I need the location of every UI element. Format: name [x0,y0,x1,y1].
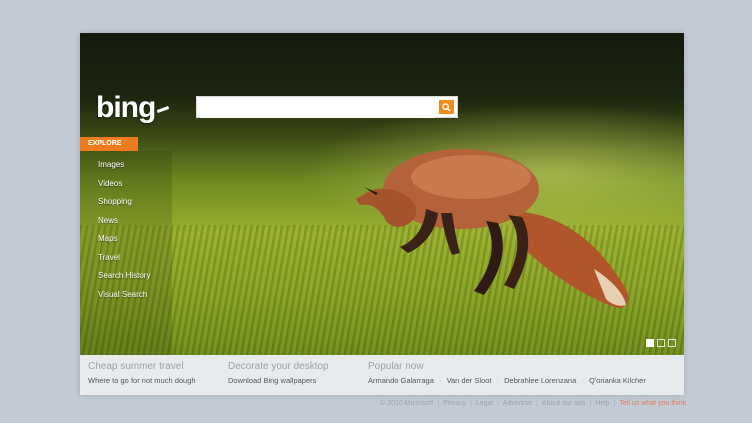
separator: | [496,400,499,407]
feedback-link[interactable]: Tell us what you think [619,400,686,407]
nav-item-shopping[interactable]: Shopping [98,197,150,216]
copyright: © 2010 Microsoft [380,400,434,407]
search-box [196,96,458,118]
popular-links: Armando Galarraga · Van der Sloot · Debr… [368,376,646,385]
legal-links: © 2010 Microsoft | Privacy | Legal | Advertise… [380,400,686,407]
magnifier-icon [442,102,451,112]
separator: · [496,376,500,385]
legal-link-help[interactable]: Help [595,400,609,407]
browser-screen: bing EXPLORE Images Videos Shopping News… [80,33,684,395]
nav-item-visual-search[interactable]: Visual Search [98,290,150,309]
explore-label: EXPLORE [80,137,138,151]
popular-link[interactable]: Debrahlee Lorenzana [504,376,576,385]
separator: · [438,376,442,385]
nav-item-images[interactable]: Images [98,160,150,179]
footer-col-desktop: Decorate your desktop Download Bing wall… [228,361,329,385]
bing-logo[interactable]: bing [96,91,170,125]
pager-dot-3[interactable] [668,339,676,347]
hero-background-image: bing EXPLORE Images Videos Shopping News… [80,33,684,355]
nav-item-search-history[interactable]: Search History [98,271,150,290]
nav-item-videos[interactable]: Videos [98,179,150,198]
nav-item-maps[interactable]: Maps [98,234,150,253]
logo-mark [157,105,170,113]
separator: | [535,400,538,407]
search-button[interactable] [439,100,454,114]
nav-item-news[interactable]: News [98,216,150,235]
image-pager [646,339,676,347]
legal-link-privacy[interactable]: Privacy [443,400,466,407]
fox-image [356,149,629,308]
popular-link[interactable]: Van der Sloot [447,376,492,385]
logo-text: bing [96,91,156,124]
pager-dot-1[interactable] [646,339,654,347]
legal-link-about-ads[interactable]: About our ads [542,400,586,407]
footer-heading-desktop[interactable]: Decorate your desktop [228,361,329,372]
separator: | [613,400,616,407]
footer-heading-popular: Popular now [368,361,424,372]
footer-bar: Cheap summer travel Where to go for not … [80,355,684,395]
separator: | [589,400,592,407]
footer-link-wallpapers[interactable]: Download Bing wallpapers [228,376,329,385]
search-input[interactable] [201,98,435,118]
pager-dot-2[interactable] [657,339,665,347]
separator: | [469,400,472,407]
separator: | [437,400,440,407]
popular-link[interactable]: Q'orianka Kilcher [589,376,646,385]
legal-link-advertise[interactable]: Advertise [503,400,532,407]
separator: · [581,376,584,385]
popular-link[interactable]: Armando Galarraga [368,376,434,385]
footer-col-travel: Cheap summer travel Where to go for not … [88,361,196,385]
nav-item-travel[interactable]: Travel [98,253,150,272]
legal-link-legal[interactable]: Legal [476,400,493,407]
explore-nav: Images Videos Shopping News Maps Travel … [98,160,150,308]
footer-col-popular: Popular now Armando Galarraga · Van der … [368,361,646,385]
footer-heading-travel[interactable]: Cheap summer travel [88,361,196,372]
footer-link-travel[interactable]: Where to go for not much dough [88,376,196,385]
